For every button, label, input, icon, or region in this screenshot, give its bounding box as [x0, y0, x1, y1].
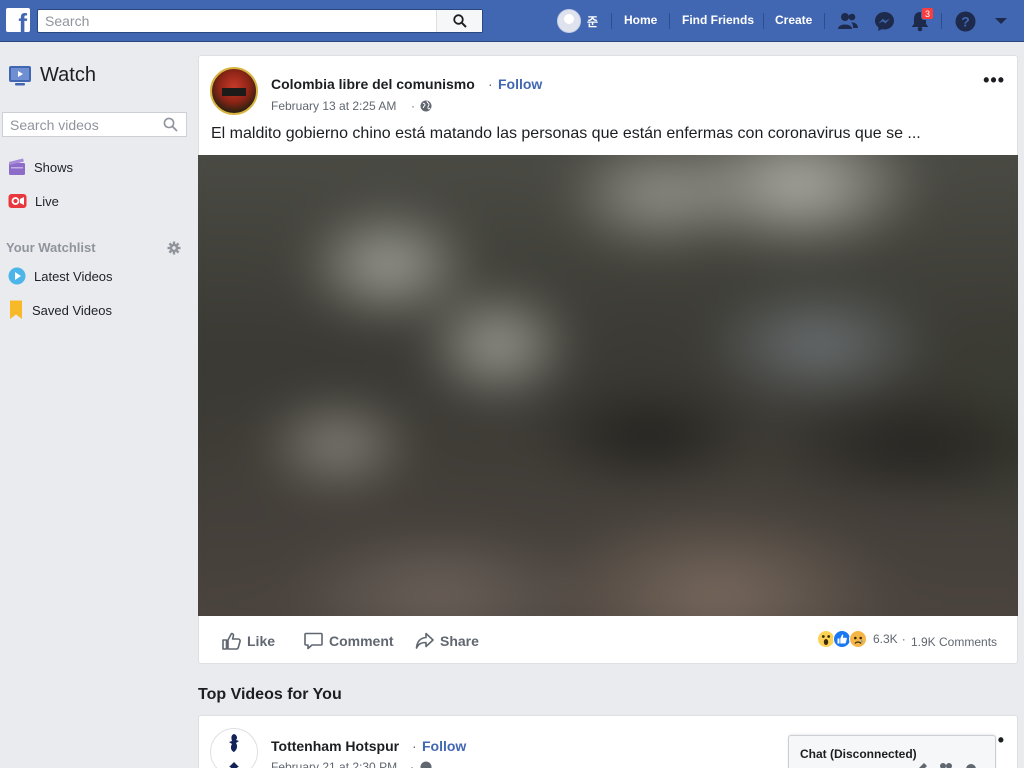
- nav-divider: [941, 13, 942, 29]
- separator: ·: [901, 632, 906, 646]
- profile-link[interactable]: 준: [557, 9, 598, 33]
- help-icon[interactable]: ?: [954, 10, 976, 32]
- page-name-link[interactable]: Tottenham Hotspur: [271, 738, 399, 754]
- sidebar-item-label: Live: [35, 193, 59, 209]
- watch-tv-icon: [9, 65, 31, 85]
- facebook-logo-icon[interactable]: f: [6, 8, 30, 32]
- notifications-icon[interactable]: 3: [909, 7, 934, 32]
- section-title: Top Videos for You: [198, 686, 342, 703]
- friends-icon[interactable]: [837, 10, 859, 32]
- top-search-input[interactable]: [38, 10, 438, 32]
- comment-icon: [304, 632, 323, 650]
- avatar: [557, 9, 581, 33]
- shows-icon: [9, 158, 25, 175]
- search-icon: [452, 14, 467, 28]
- nav-divider: [824, 13, 825, 29]
- bookmark-icon: [10, 300, 22, 319]
- sidebar-item-label: Saved Videos: [32, 302, 112, 318]
- follow-link[interactable]: Follow: [422, 738, 466, 754]
- contacts-icon[interactable]: [938, 762, 954, 768]
- chat-sidebar-tab[interactable]: Chat (Disconnected): [788, 735, 996, 768]
- sidebar-item-live[interactable]: Live: [8, 191, 59, 211]
- gear-icon[interactable]: [167, 241, 181, 255]
- sidebar-item-saved-videos[interactable]: Saved Videos: [8, 300, 112, 320]
- separator: ·: [412, 738, 417, 754]
- nav-divider: [611, 13, 612, 29]
- search-videos-input[interactable]: [3, 113, 158, 136]
- chat-status-label: Chat (Disconnected): [800, 747, 917, 761]
- comment-label: Comment: [329, 633, 394, 649]
- home-link[interactable]: Home: [624, 13, 657, 27]
- compose-icon[interactable]: [914, 762, 928, 768]
- page-name-link[interactable]: Colombia libre del comunismo: [271, 76, 475, 92]
- create-link[interactable]: Create: [775, 13, 812, 27]
- video-post-card: Colombia libre del comunismo · Follow Fe…: [198, 55, 1018, 664]
- sad-reaction-icon: [849, 630, 867, 648]
- messenger-icon[interactable]: [873, 10, 895, 32]
- watchlist-heading: Your Watchlist: [6, 240, 96, 255]
- gear-icon[interactable]: [964, 762, 978, 768]
- separator: ·: [411, 99, 415, 113]
- video-player[interactable]: [198, 155, 1018, 616]
- nav-divider: [669, 13, 670, 29]
- top-search-box: [37, 9, 483, 33]
- page-avatar[interactable]: [210, 728, 258, 768]
- share-icon: [415, 632, 434, 649]
- search-icon[interactable]: [163, 117, 178, 132]
- share-button[interactable]: Share: [415, 632, 479, 650]
- globe-icon: [420, 761, 432, 768]
- search-videos-box: [2, 112, 187, 137]
- separator: ·: [488, 76, 493, 92]
- post-timestamp[interactable]: February 21 at 2:30 PM: [271, 760, 397, 768]
- nav-divider: [763, 13, 764, 29]
- find-friends-link[interactable]: Find Friends: [682, 13, 754, 27]
- more-options-button[interactable]: •••: [983, 70, 1005, 91]
- post-text: El maldito gobierno chino está matando l…: [211, 125, 921, 142]
- page-avatar[interactable]: [210, 67, 258, 115]
- post-timestamp[interactable]: February 13 at 2:25 AM: [271, 99, 396, 113]
- user-name: 준: [587, 14, 599, 29]
- svg-text:?: ?: [961, 13, 970, 29]
- sidebar-item-latest-videos[interactable]: Latest Videos: [8, 266, 113, 286]
- thumbs-up-icon: [222, 632, 241, 650]
- notification-count-badge: 3: [921, 7, 934, 20]
- logo-letter: f: [18, 8, 27, 32]
- chat-tools: [914, 762, 978, 768]
- comment-button[interactable]: Comment: [304, 632, 394, 650]
- sidebar-item-label: Latest Videos: [34, 268, 113, 284]
- watch-header[interactable]: Watch: [8, 64, 96, 87]
- like-label: Like: [247, 633, 276, 649]
- reaction-count: 6.3K: [873, 632, 898, 646]
- video-thumbnail: [198, 155, 1018, 616]
- separator: ·: [410, 760, 414, 768]
- comments-count-link[interactable]: 1.9K Comments: [911, 635, 997, 649]
- watch-title: Watch: [40, 64, 96, 86]
- like-button[interactable]: Like: [222, 632, 275, 650]
- top-navigation-bar: f 준 Home Find Friends Create 3 ?: [0, 0, 1024, 42]
- rooster-crest-icon: [229, 734, 239, 768]
- follow-link[interactable]: Follow: [498, 76, 542, 92]
- globe-icon: [420, 100, 432, 112]
- play-icon: [8, 267, 26, 285]
- sidebar-item-shows[interactable]: Shows: [8, 157, 73, 177]
- reactions-summary[interactable]: 6.3K ·: [817, 630, 906, 648]
- share-label: Share: [440, 633, 479, 649]
- search-button[interactable]: [436, 10, 482, 32]
- account-menu-icon[interactable]: [990, 10, 1012, 32]
- live-icon: [8, 194, 27, 208]
- sidebar-item-label: Shows: [34, 159, 74, 175]
